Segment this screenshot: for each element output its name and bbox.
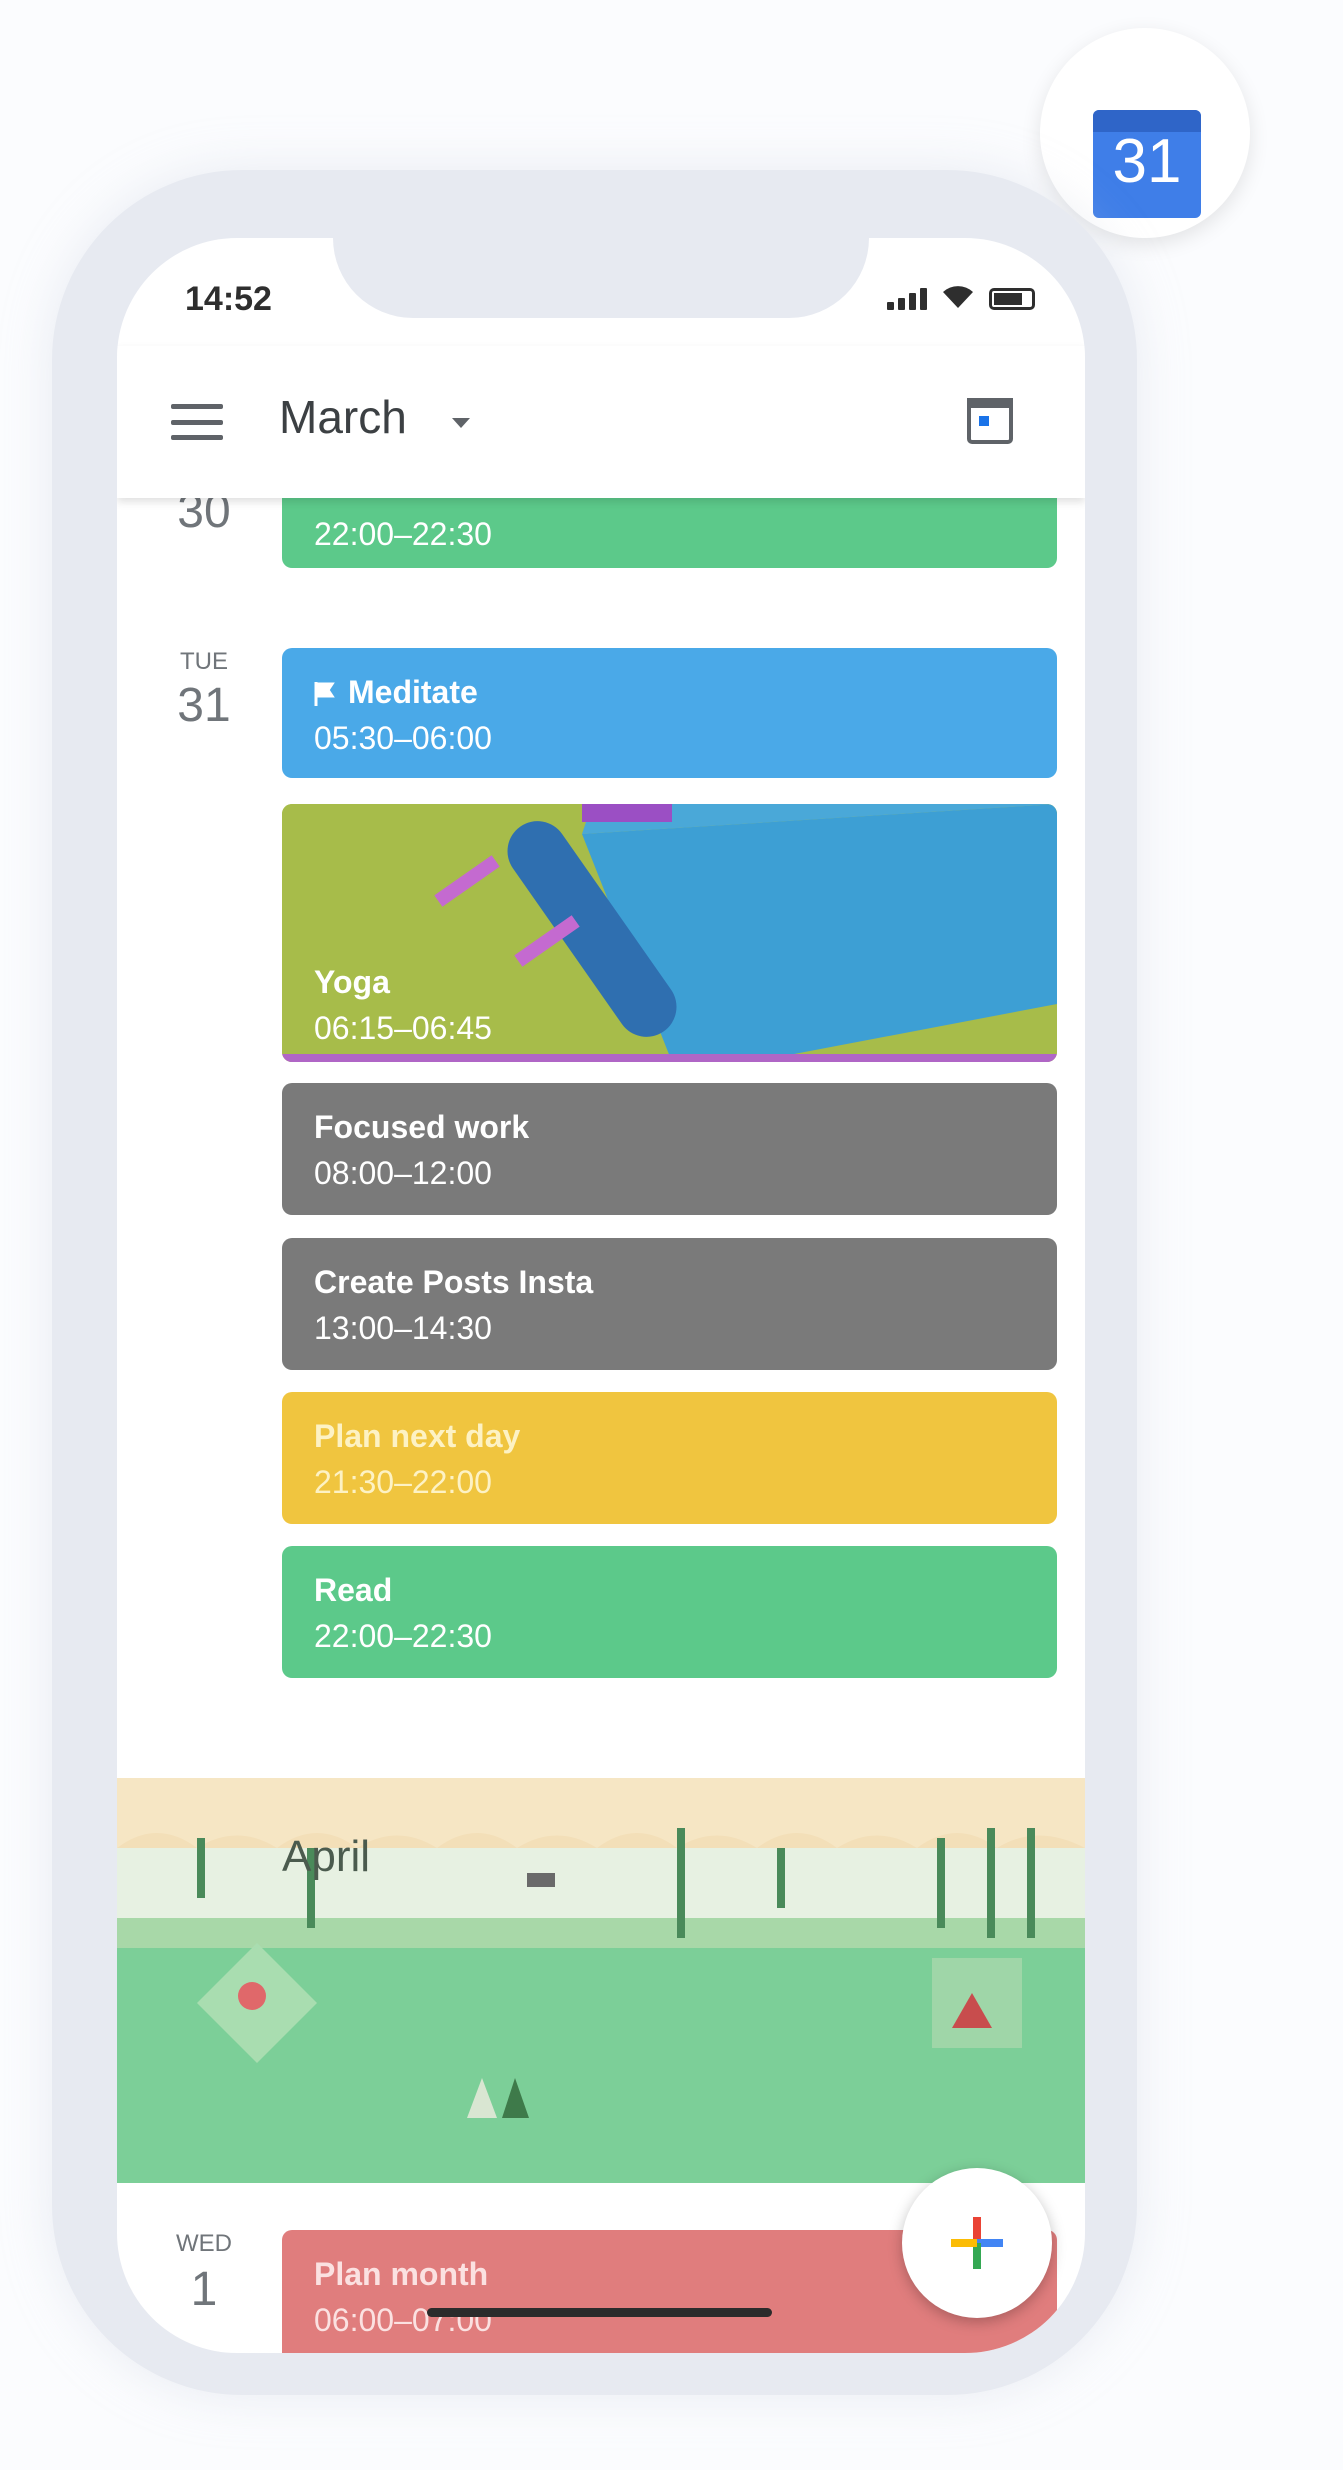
month-selector[interactable]: March <box>279 390 407 444</box>
event-time: 22:00–22:30 <box>314 516 492 552</box>
status-time: 14:52 <box>185 280 272 318</box>
event-card-plan-next-day[interactable]: Plan next day 21:30–22:00 <box>282 1392 1057 1524</box>
month-banner-april: April <box>117 1778 1085 2183</box>
event-title: Plan next day <box>314 1418 521 1454</box>
wifi-icon <box>943 286 973 308</box>
signal-icon <box>887 288 927 310</box>
notch <box>333 238 869 318</box>
day-number-1: 1 <box>190 2263 218 2316</box>
event-title: Focused work <box>314 1109 530 1145</box>
event-time: 06:15–06:45 <box>314 1010 492 1046</box>
event-card-create-posts[interactable]: Create Posts Insta 13:00–14:30 <box>282 1238 1057 1370</box>
event-title: Create Posts Insta <box>314 1264 594 1300</box>
create-event-fab[interactable] <box>902 2168 1052 2318</box>
event-card-meditate[interactable]: Meditate 05:30–06:00 <box>282 648 1057 778</box>
event-time: 05:30–06:00 <box>314 720 492 756</box>
hamburger-menu-icon[interactable] <box>171 404 223 440</box>
phone-screen: 14:52 March 30 22:00–22:30 TUE 31 Medita… <box>117 238 1085 2353</box>
event-card-yoga[interactable]: Yoga 06:15–06:45 <box>282 804 1057 1062</box>
status-icons <box>887 284 1035 310</box>
event-title: Yoga <box>314 964 390 1000</box>
today-calendar-icon[interactable] <box>967 398 1013 444</box>
battery-icon <box>989 288 1035 310</box>
day-of-week-wed: WED <box>176 2230 232 2257</box>
flag-icon <box>314 682 335 706</box>
day-number-31: 31 <box>177 679 231 732</box>
day-of-week-tue: TUE <box>180 648 228 675</box>
dropdown-caret-icon[interactable] <box>452 418 470 428</box>
event-card-read[interactable]: Read 22:00–22:30 <box>282 1546 1057 1678</box>
event-title: Plan month <box>314 2256 489 2292</box>
home-indicator[interactable] <box>427 2308 772 2317</box>
event-title: Meditate <box>348 674 478 710</box>
event-time: 08:00–12:00 <box>314 1155 492 1191</box>
event-time: 22:00–22:30 <box>314 1618 492 1654</box>
logo-day-number: 31 <box>1112 127 1182 196</box>
month-label-april: April <box>282 1832 371 1881</box>
event-title: Read <box>314 1572 393 1608</box>
event-time: 21:30–22:00 <box>314 1464 492 1500</box>
app-toolbar: March <box>117 346 1085 498</box>
event-card-focused-work[interactable]: Focused work 08:00–12:00 <box>282 1083 1057 1215</box>
plus-icon <box>951 2217 1003 2269</box>
event-time: 13:00–14:30 <box>314 1310 492 1346</box>
spring-landscape-illustration <box>117 1778 1085 2183</box>
